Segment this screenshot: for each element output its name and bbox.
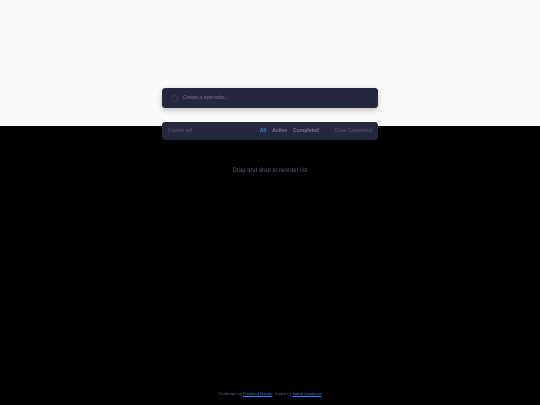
filter-completed[interactable]: Completed xyxy=(293,128,319,134)
todo-footer: 0 items left All Active Completed Clear … xyxy=(162,122,378,140)
author-link[interactable]: Maria Ushakova xyxy=(293,391,322,396)
attribution-middle: . Coded by xyxy=(272,391,292,396)
attribution-prefix: Challenge by xyxy=(218,391,242,396)
drag-hint: Drag and drop to reorder list xyxy=(232,168,308,174)
circle-check-icon[interactable] xyxy=(171,94,178,102)
items-left-count: 0 items left xyxy=(168,128,193,134)
new-todo-input[interactable] xyxy=(183,92,363,104)
filter-group: All Active Completed xyxy=(260,128,319,134)
filter-all[interactable]: All xyxy=(260,128,266,134)
clear-completed-button[interactable]: Clear Completed xyxy=(334,128,372,134)
attribution: Challenge by Frontend Mentor. Coded by M… xyxy=(0,391,540,396)
frontend-mentor-link[interactable]: Frontend Mentor xyxy=(243,391,272,396)
new-todo-bar xyxy=(162,88,378,108)
filter-active[interactable]: Active xyxy=(272,128,287,134)
